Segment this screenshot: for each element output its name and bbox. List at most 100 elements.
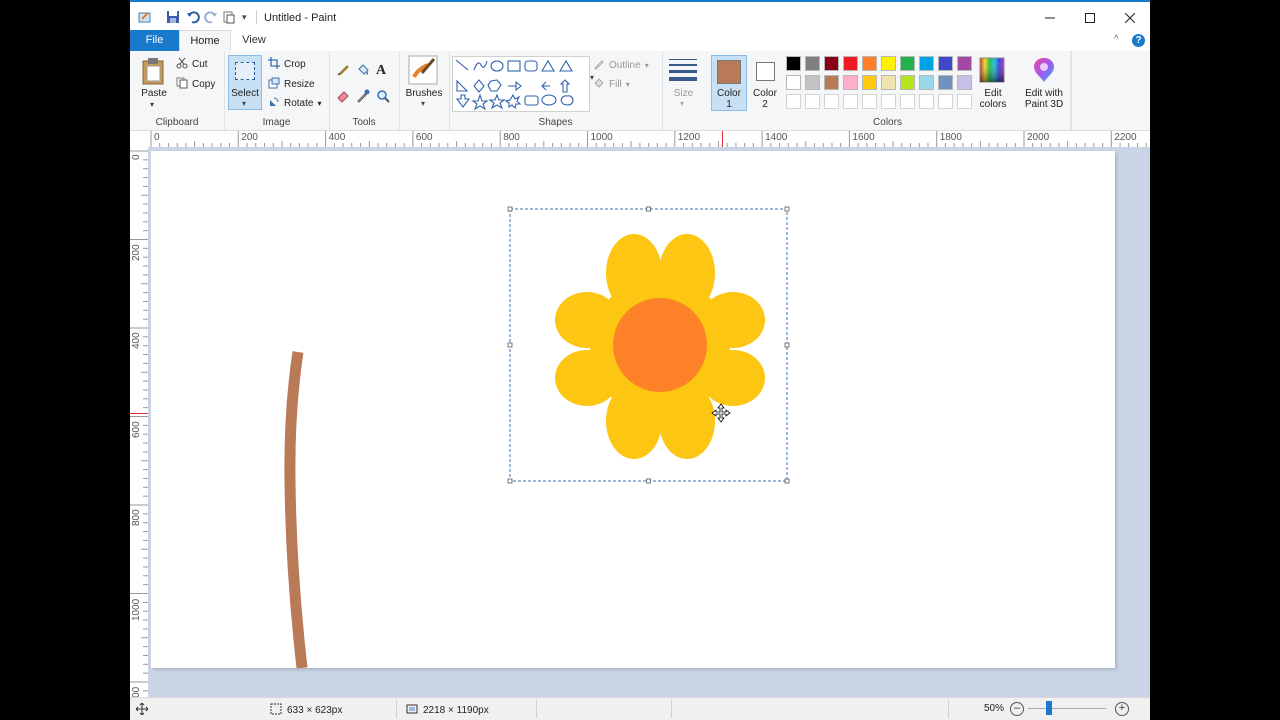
palette-swatch[interactable] [900, 75, 915, 90]
copy-icon [176, 77, 188, 92]
ruler-h-label: 600 [415, 132, 433, 143]
brushes-icon[interactable] [408, 55, 438, 88]
ruler-v-label: 200 [131, 243, 142, 261]
drawing-canvas[interactable] [151, 151, 1115, 668]
resize-button[interactable]: Resize [268, 77, 315, 92]
palette-swatch[interactable] [881, 75, 896, 90]
cut-button[interactable]: Cut [176, 57, 208, 72]
fill-button[interactable]: Fill ▾ [593, 77, 630, 92]
brushes-dropdown-icon[interactable]: ▾ [421, 99, 425, 108]
edit-with-paint3d-label-1[interactable]: Edit with [1015, 88, 1073, 99]
selection-handle[interactable] [646, 478, 651, 484]
clipboard-group-label: Clipboard [155, 117, 199, 128]
selection-handle[interactable] [507, 342, 513, 348]
selection-handle[interactable] [784, 206, 790, 212]
edit-with-paint3d-label-2[interactable]: Paint 3D [1015, 99, 1073, 110]
custom-color-slot[interactable] [881, 94, 896, 109]
palette-swatch[interactable] [919, 56, 934, 71]
save-icon[interactable] [166, 9, 180, 25]
palette-swatch[interactable] [900, 56, 915, 71]
paste-dropdown-icon[interactable]: ▾ [150, 100, 154, 109]
rainbow-icon[interactable] [979, 57, 1005, 86]
paste-button[interactable]: Paste [132, 88, 176, 99]
custom-color-slot[interactable] [900, 94, 915, 109]
clipboard-quick-icon[interactable] [222, 9, 236, 25]
zoom-in-button[interactable]: + [1115, 702, 1129, 716]
tab-file[interactable]: File [130, 30, 179, 51]
zoom-slider-thumb[interactable] [1046, 701, 1052, 715]
maximize-button[interactable] [1070, 4, 1110, 32]
magnifier-icon[interactable] [376, 89, 390, 106]
undo-icon[interactable] [186, 9, 200, 25]
size-lines-icon[interactable] [669, 58, 697, 85]
color2-swatch[interactable] [756, 62, 775, 81]
selection-handle[interactable] [784, 342, 790, 348]
minimize-button[interactable] [1030, 4, 1070, 32]
palette-swatch[interactable] [938, 56, 953, 71]
crop-button[interactable]: Crop [268, 57, 306, 72]
color2-label[interactable]: Color [749, 88, 781, 99]
redo-icon[interactable] [204, 9, 218, 25]
custom-color-slot[interactable] [824, 94, 839, 109]
palette-swatch[interactable] [843, 75, 858, 90]
color-picker-icon[interactable] [356, 89, 370, 106]
custom-color-slot[interactable] [805, 94, 820, 109]
paint3d-icon[interactable] [1033, 57, 1055, 86]
palette-swatch[interactable] [786, 56, 801, 71]
palette-swatch[interactable] [957, 75, 972, 90]
paste-icon[interactable] [142, 57, 166, 88]
rotate-dropdown-icon: ▾ [317, 99, 322, 108]
selection-handle[interactable] [646, 206, 651, 212]
palette-swatch[interactable] [805, 56, 820, 71]
paint-app-icon[interactable] [138, 9, 152, 25]
tab-view[interactable]: View [239, 30, 269, 51]
palette-swatch[interactable] [881, 56, 896, 71]
paint3d-group: Edit with Paint 3D [1017, 51, 1072, 130]
close-button[interactable] [1110, 4, 1150, 32]
image-size-indicator: 2218 × 1190px [406, 703, 489, 718]
palette-swatch[interactable] [919, 75, 934, 90]
zoom-out-button[interactable]: – [1010, 702, 1024, 716]
pencil-icon[interactable] [336, 63, 350, 80]
size-dropdown-icon[interactable]: ▾ [680, 99, 684, 108]
palette-swatch[interactable] [957, 56, 972, 71]
color1-button[interactable]: Color 1 [711, 55, 747, 111]
shapes-group-label: Shapes [538, 117, 573, 128]
tab-home[interactable]: Home [179, 30, 231, 52]
fill-bucket-icon[interactable] [356, 63, 370, 80]
select-button[interactable]: Select ▾ [228, 55, 262, 110]
palette-swatch[interactable] [938, 75, 953, 90]
customize-quick-access-icon[interactable]: ▾ [242, 9, 247, 25]
palette-swatch[interactable] [786, 75, 801, 90]
palette-swatch[interactable] [862, 56, 877, 71]
palette-swatch[interactable] [862, 75, 877, 90]
custom-color-slot[interactable] [862, 94, 877, 109]
zoom-slider-track[interactable] [1028, 708, 1106, 709]
selection-handle[interactable] [507, 206, 513, 212]
custom-color-slot[interactable] [919, 94, 934, 109]
outline-button[interactable]: Outline ▾ [593, 58, 649, 73]
brushes-button[interactable]: Brushes [399, 88, 449, 99]
custom-color-slot[interactable] [957, 94, 972, 109]
palette-swatch[interactable] [824, 56, 839, 71]
copy-button[interactable]: Copy [176, 77, 215, 92]
edit-colors-label-1[interactable]: Edit [971, 88, 1015, 99]
palette-swatch[interactable] [805, 75, 820, 90]
custom-color-slot[interactable] [843, 94, 858, 109]
selection-handle[interactable] [507, 478, 513, 484]
help-icon[interactable]: ? [1132, 34, 1145, 47]
shapes-gallery[interactable] [452, 56, 590, 112]
palette-swatch[interactable] [843, 56, 858, 71]
custom-color-slot[interactable] [786, 94, 801, 109]
status-divider [396, 700, 397, 718]
collapse-ribbon-icon[interactable]: ^ [1114, 34, 1119, 45]
selection-handle[interactable] [784, 478, 790, 484]
text-tool-icon[interactable]: A [376, 63, 386, 79]
rotate-button[interactable]: Rotate ▾ [268, 96, 321, 111]
palette-swatch[interactable] [824, 75, 839, 90]
selection-size-text: 633 × 623px [287, 705, 343, 716]
custom-color-slot[interactable] [938, 94, 953, 109]
eraser-icon[interactable] [336, 89, 350, 106]
size-button[interactable]: Size [662, 88, 705, 99]
edit-colors-label-2[interactable]: colors [971, 99, 1015, 110]
